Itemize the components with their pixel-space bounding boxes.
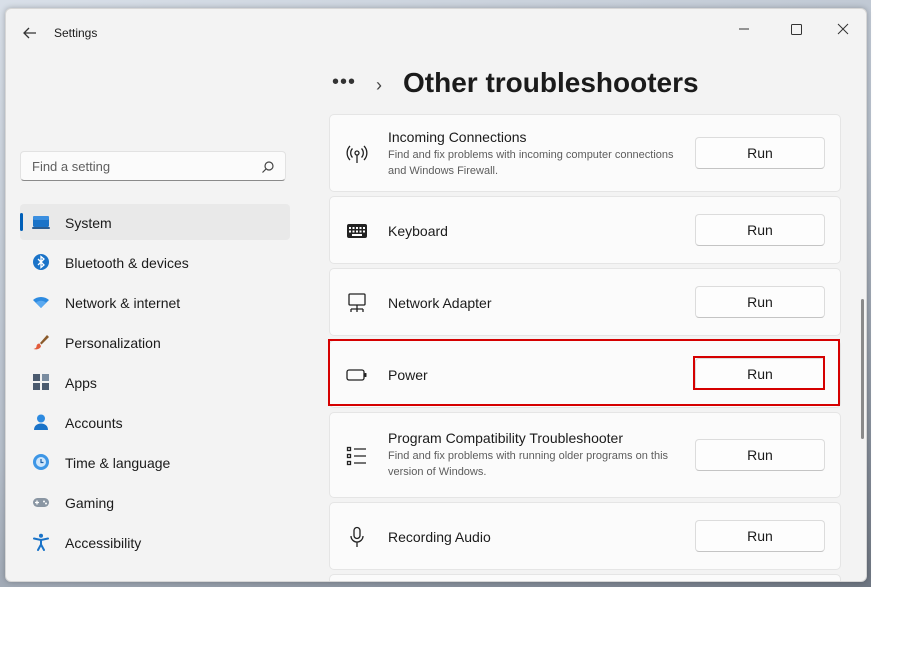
sidebar-item-network[interactable]: Network & internet xyxy=(20,284,290,320)
page-title: Other troubleshooters xyxy=(403,67,699,98)
sidebar-item-system[interactable]: System xyxy=(20,204,290,240)
maximize-icon xyxy=(791,24,802,35)
sidebar-item-label: Accounts xyxy=(65,415,123,431)
bluetooth-icon xyxy=(33,254,49,270)
run-button[interactable]: Run xyxy=(695,286,825,318)
wifi-icon xyxy=(33,296,49,308)
brush-icon xyxy=(33,335,49,350)
run-button[interactable]: Run xyxy=(695,137,825,169)
back-arrow-icon[interactable] xyxy=(20,23,40,43)
troubleshooter-item-next xyxy=(329,574,841,581)
troubleshooter-title: Network Adapter xyxy=(388,295,492,311)
power-run-highlight xyxy=(693,356,825,390)
troubleshooter-description: Find and fix problems with incoming comp… xyxy=(388,149,674,177)
keyboard-icon xyxy=(347,224,367,238)
sidebar-item-label: Gaming xyxy=(65,495,115,511)
active-indicator xyxy=(20,213,23,231)
troubleshooter-title: Keyboard xyxy=(388,223,448,239)
scrollbar-thumb[interactable] xyxy=(861,299,864,439)
list-icon xyxy=(346,446,366,466)
close-icon xyxy=(837,23,849,35)
sidebar-item-accounts[interactable]: Accounts xyxy=(20,404,290,440)
laptop-icon xyxy=(32,216,50,229)
apps-icon xyxy=(33,374,49,390)
sidebar-item-label: Time & language xyxy=(65,455,171,471)
run-button[interactable]: Run xyxy=(695,439,825,471)
breadcrumb-more-button[interactable]: ••• xyxy=(332,71,356,94)
sidebar-item-accessibility[interactable]: Accessibility xyxy=(20,524,290,560)
search-placeholder: Find a setting xyxy=(32,159,111,174)
breadcrumb-chevron-icon: › xyxy=(376,75,382,95)
troubleshooter-item-incoming-connections: Incoming Connections Find and fix proble… xyxy=(329,114,841,192)
sidebar-item-personalization[interactable]: Personalization xyxy=(20,324,290,360)
close-button[interactable] xyxy=(820,14,866,44)
search-input[interactable]: Find a setting xyxy=(20,151,286,181)
network-adapter-icon xyxy=(348,293,366,312)
run-button[interactable]: Run xyxy=(695,520,825,552)
troubleshooter-item-program-compatibility: Program Compatibility Troubleshooter Fin… xyxy=(329,412,841,498)
window-title: Settings xyxy=(54,26,98,40)
sidebar-item-bluetooth[interactable]: Bluetooth & devices xyxy=(20,244,290,280)
globe-clock-icon xyxy=(33,454,49,470)
run-button[interactable]: Run xyxy=(695,214,825,246)
troubleshooter-title: Recording Audio xyxy=(388,529,491,545)
microphone-icon xyxy=(350,526,364,547)
person-icon xyxy=(34,414,48,430)
accessibility-icon xyxy=(33,533,49,551)
sidebar-item-apps[interactable]: Apps xyxy=(20,364,290,400)
sidebar-nav: System Bluetooth & devices Network & int… xyxy=(20,204,290,564)
broadcast-icon xyxy=(346,145,368,163)
minimize-button[interactable] xyxy=(721,14,767,44)
sidebar-item-gaming[interactable]: Gaming xyxy=(20,484,290,520)
troubleshooter-description: Find and fix problems with running older… xyxy=(388,450,669,478)
gamepad-icon xyxy=(33,498,49,507)
search-icon xyxy=(262,161,274,173)
troubleshooter-item-network-adapter: Network Adapter Run xyxy=(329,268,841,336)
title-bar: Settings xyxy=(6,9,866,57)
sidebar-item-label: Personalization xyxy=(65,335,161,351)
sidebar-item-label: Accessibility xyxy=(65,535,142,551)
sidebar-item-label: Apps xyxy=(65,375,97,391)
minimize-icon xyxy=(739,28,749,30)
troubleshooter-item-recording-audio: Recording Audio Run xyxy=(329,502,841,570)
settings-window: Settings Find a setting System Bluetooth… xyxy=(5,8,867,582)
troubleshooter-item-keyboard: Keyboard Run xyxy=(329,196,841,264)
maximize-button[interactable] xyxy=(773,14,819,44)
sidebar-item-label: Bluetooth & devices xyxy=(65,255,189,271)
sidebar-item-label: System xyxy=(65,215,112,231)
sidebar-item-time-language[interactable]: Time & language xyxy=(20,444,290,480)
troubleshooter-title: Incoming Connections xyxy=(388,129,527,145)
sidebar-item-label: Network & internet xyxy=(65,295,181,311)
troubleshooter-title: Program Compatibility Troubleshooter xyxy=(388,430,623,446)
